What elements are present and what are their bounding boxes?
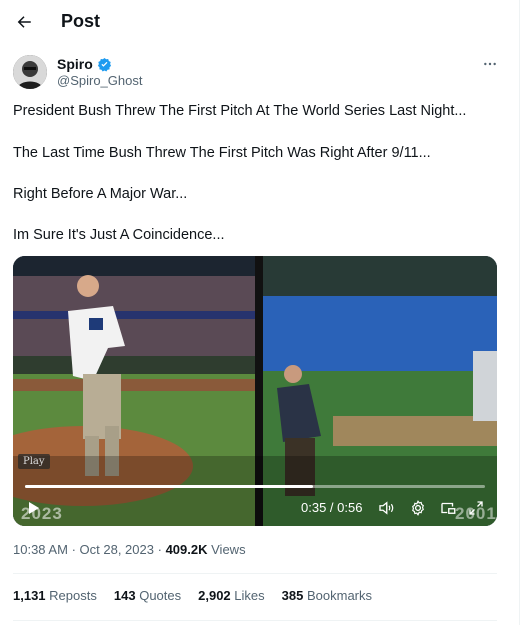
stat-label: Quotes (139, 588, 182, 603)
fullscreen-icon (469, 501, 483, 515)
more-horizontal-icon (484, 62, 496, 66)
arrow-left-icon (17, 16, 31, 28)
stat-label: Bookmarks (306, 588, 373, 603)
play-watermark: Play (18, 454, 50, 469)
post-timestamp: 10:38 AM · Oct 28, 2023 · 409.2K Views (13, 542, 246, 557)
meta-separator: · (71, 542, 76, 557)
views-label: Views (211, 542, 246, 557)
video-player[interactable]: Play 2023 2001 0:35 / 0:56 (13, 256, 497, 526)
author-display-name[interactable]: Spiro (57, 56, 93, 72)
tweet-line: Im Sure It's Just A Coincidence... (13, 227, 225, 243)
author-name-row: Spiro (57, 56, 112, 72)
column-border (519, 0, 520, 625)
settings-button[interactable] (407, 497, 429, 519)
stat-count: 385 (281, 588, 304, 603)
picture-in-picture-button[interactable] (437, 497, 459, 519)
page-title: Post (61, 11, 101, 31)
video-time: 0:35 / 0:56 (301, 500, 363, 515)
stat-likes[interactable]: 2,902 Likes (198, 588, 265, 603)
stat-label: Likes (234, 588, 265, 603)
stat-reposts[interactable]: 1,131 Reposts (13, 588, 97, 603)
play-icon (29, 502, 39, 514)
post-date[interactable]: Oct 28, 2023 (80, 542, 154, 557)
meta-separator: · (157, 542, 162, 557)
author-handle[interactable]: @Spiro_Ghost (57, 73, 142, 88)
verified-badge-icon (97, 57, 111, 71)
volume-button[interactable] (375, 497, 397, 519)
avatar[interactable] (13, 55, 47, 89)
gear-icon (412, 500, 424, 516)
volume-icon (379, 501, 394, 515)
post-header: Post (0, 0, 529, 44)
fullscreen-button[interactable] (465, 497, 487, 519)
video-progress-bar[interactable] (25, 485, 485, 488)
stat-count: 1,131 (13, 588, 46, 603)
picture-in-picture-icon (441, 502, 456, 514)
stat-quotes[interactable]: 143 Quotes (114, 588, 181, 603)
more-options-button[interactable] (478, 54, 502, 74)
stat-label: Reposts (49, 588, 97, 603)
tweet-line: President Bush Threw The First Pitch At … (13, 103, 467, 119)
divider (13, 620, 497, 621)
divider (13, 573, 497, 574)
tweet-line: The Last Time Bush Threw The First Pitch… (13, 145, 431, 161)
play-button[interactable] (21, 496, 45, 520)
tweet-line: Right Before A Major War... (13, 186, 188, 202)
video-progress-fill (25, 485, 313, 488)
views-count: 409.2K (165, 542, 208, 557)
post-time[interactable]: 10:38 AM (13, 542, 68, 557)
stat-bookmarks[interactable]: 385 Bookmarks (282, 588, 372, 603)
stat-count: 2,902 (198, 588, 231, 603)
engagement-stats: 1,131 Reposts 143 Quotes 2,902 Likes 385… (13, 588, 372, 603)
stat-count: 143 (113, 588, 136, 603)
back-button[interactable] (8, 6, 40, 38)
